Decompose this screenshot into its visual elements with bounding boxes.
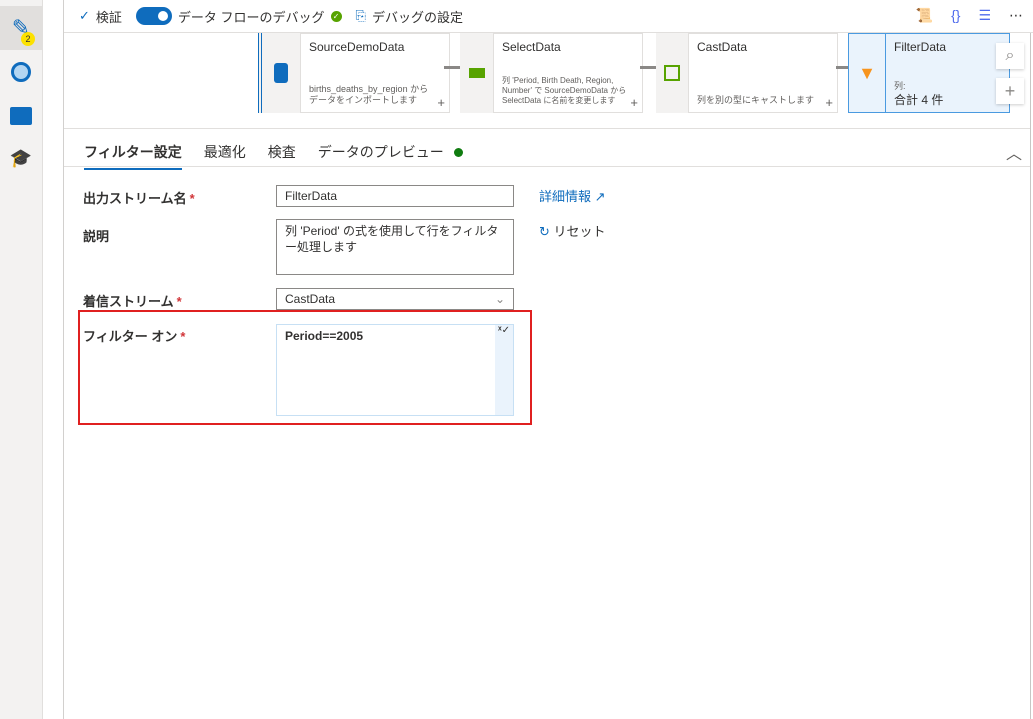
debug-settings-label: デバッグの設定	[371, 9, 463, 25]
debug-toggle[interactable]	[135, 7, 172, 25]
cast-icon	[664, 65, 680, 81]
debug-label: データ フローのデバッグ	[177, 9, 325, 25]
debug-toggle-group: データ フローのデバッグ ✓	[135, 7, 342, 26]
toolbar: ✓ 検証 データ フローのデバッグ ✓ ⎘ デバッグの設定 📜 {} ☰ ⋯	[64, 0, 1033, 33]
node-title: FilterData	[894, 40, 947, 54]
funnel-icon: ▼	[858, 62, 876, 83]
script-icon[interactable]: 📜	[916, 7, 933, 24]
reset-button[interactable]: ↻ リセット	[539, 221, 606, 240]
dataflow-canvas[interactable]: SourceDemoData births_deaths_by_region か…	[64, 33, 1030, 129]
more-icon[interactable]: ⋯	[1009, 7, 1023, 24]
node-description: 合計 4 件	[894, 93, 944, 107]
success-check-icon: ✓	[330, 10, 342, 22]
source-database-icon	[274, 63, 288, 83]
description-textarea[interactable]: 列 'Period' の式を使用して行をフィルター処理します	[276, 219, 514, 275]
node-description: 列を別の型にキャストします	[697, 95, 815, 105]
incoming-stream-label: 着信ストリーム *	[83, 294, 182, 309]
status-dot-icon	[453, 148, 463, 157]
source-icon-strip[interactable]	[258, 33, 300, 113]
monitor-gauge-icon	[11, 62, 31, 82]
filter-icon-strip[interactable]: ▼	[848, 33, 886, 113]
graduation-cap-icon: 🎓	[9, 147, 33, 168]
sidebar-item-author[interactable]: ✎ 2	[0, 6, 42, 50]
cast-icon-strip[interactable]	[656, 33, 688, 113]
filter-expression-input[interactable]: Period==2005 ˣ✓	[276, 324, 514, 416]
code-braces-icon[interactable]: {}	[951, 7, 960, 24]
scrollbar[interactable]	[1030, 33, 1031, 719]
filter-on-label: フィルター オン *	[83, 329, 186, 344]
add-step-icon[interactable]: +	[630, 95, 638, 110]
search-icon: ⌕	[1005, 47, 1015, 64]
canvas-search-button[interactable]: ⌕	[996, 43, 1024, 69]
description-label: 説明	[83, 229, 110, 244]
node-source[interactable]: SourceDemoData births_deaths_by_region か…	[300, 33, 450, 113]
incoming-stream-select[interactable]: CastData ⌄	[276, 288, 514, 310]
node-description: births_deaths_by_region からデータをインポートします	[309, 84, 429, 105]
zoom-in-button[interactable]: +	[996, 78, 1024, 104]
select-icon-strip[interactable]	[460, 33, 493, 113]
node-title: SourceDemoData	[309, 40, 405, 54]
plus-icon: +	[1004, 81, 1016, 101]
output-stream-label: 出力ストリーム名 *	[83, 191, 195, 206]
node-columns-label: 列:	[894, 81, 906, 91]
node-title: SelectData	[502, 40, 561, 54]
validate-label: 検証	[95, 9, 122, 25]
reset-icon: ↻	[539, 224, 550, 239]
add-step-icon[interactable]: +	[825, 95, 833, 110]
node-filter[interactable]: FilterData 列: 合計 4 件	[885, 33, 1010, 113]
properties-settings-icon[interactable]: ☰	[978, 7, 991, 24]
node-title: CastData	[697, 40, 748, 54]
expression-builder-icon[interactable]: ˣ✓	[495, 325, 513, 415]
sidebar-item-manage[interactable]	[0, 94, 42, 138]
tab-divider	[64, 166, 1030, 167]
sidebar-item-monitor[interactable]	[0, 50, 42, 94]
output-stream-input[interactable]: FilterData	[276, 185, 514, 207]
add-step-icon[interactable]: +	[437, 95, 445, 110]
collapse-chevron-icon[interactable]: ︿	[1006, 140, 1022, 164]
learn-more-link[interactable]: 詳細情報 ↗	[539, 186, 606, 205]
debug-settings-button[interactable]: ⎘ デバッグの設定	[356, 7, 463, 26]
connector	[444, 66, 460, 69]
validate-button[interactable]: ✓ 検証	[79, 7, 122, 26]
settings-panel: フィルター設定 最適化 検査 データのプレビュー ︿ 出力ストリーム名 * Fil…	[64, 130, 1030, 719]
select-icon	[468, 68, 485, 78]
toolbox-icon	[10, 107, 32, 125]
connector	[640, 66, 656, 69]
sidebar-item-learn[interactable]: 🎓	[0, 136, 42, 180]
chevron-down-icon: ⌄	[494, 292, 505, 306]
check-icon: ✓	[79, 8, 90, 23]
debug-settings-icon: ⎘	[355, 8, 366, 23]
node-description: 列 'Period, Birth Death, Region, Number' …	[502, 76, 627, 105]
node-cast[interactable]: CastData 列を別の型にキャストします +	[688, 33, 838, 113]
external-link-icon: ↗	[594, 189, 606, 204]
left-sidebar: ✎ 2 🎓	[0, 0, 43, 719]
badge: 2	[21, 32, 35, 46]
node-select[interactable]: SelectData 列 'Period, Birth Death, Regio…	[493, 33, 643, 113]
tab-label: データのプレビュー	[317, 144, 444, 160]
